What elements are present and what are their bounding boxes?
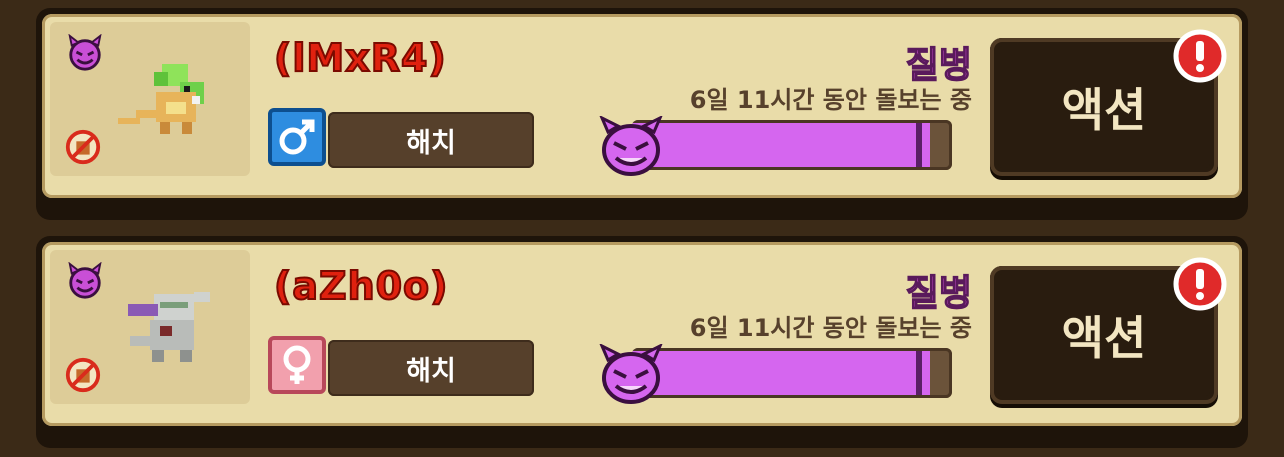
no-item-icon [65,129,101,165]
devil-icon [68,34,102,71]
male-symbol-icon [279,119,315,155]
care-progress-fill [632,351,930,395]
care-progress-marker [916,351,922,395]
care-progress-fill [632,123,930,167]
pet-name: (aZh0o) [273,263,449,309]
female-symbol-icon [283,345,311,384]
care-progress-marker [916,123,922,167]
care-progress-bar [632,120,952,170]
care-progress-bar [632,348,952,398]
alert-icon [1173,29,1227,83]
female-gender-icon [268,336,326,394]
pet-card-body: (lMxR4) 해치 질병 6일 11시간 동안 돌보는 중 액션 [42,14,1242,198]
no-item-icon [65,357,101,393]
pet-card-1: (lMxR4) 해치 질병 6일 11시간 동안 돌보는 중 액션 [36,8,1248,220]
devil-icon [68,262,102,299]
growth-stage-label: 해치 [328,340,534,396]
green-lizard-pet-icon [118,64,204,134]
devil-face-icon [599,344,663,404]
alert-icon [1173,257,1227,311]
pet-card-body: (aZh0o) 해치 질병 6일 11시간 동안 돌보는 중 액션 [42,242,1242,426]
devil-face-icon [599,116,663,176]
pet-portrait [50,22,250,176]
status-subtitle: 6일 11시간 동안 돌보는 중 [689,86,972,114]
male-gender-icon [268,108,326,166]
pet-card-2: (aZh0o) 해치 질병 6일 11시간 동안 돌보는 중 액션 [36,236,1248,448]
status-subtitle: 6일 11시간 동안 돌보는 중 [689,314,972,342]
armored-dragon-pet-icon [128,292,210,362]
pet-name: (lMxR4) [273,35,447,81]
pet-portrait [50,250,250,404]
growth-stage-label: 해치 [328,112,534,168]
